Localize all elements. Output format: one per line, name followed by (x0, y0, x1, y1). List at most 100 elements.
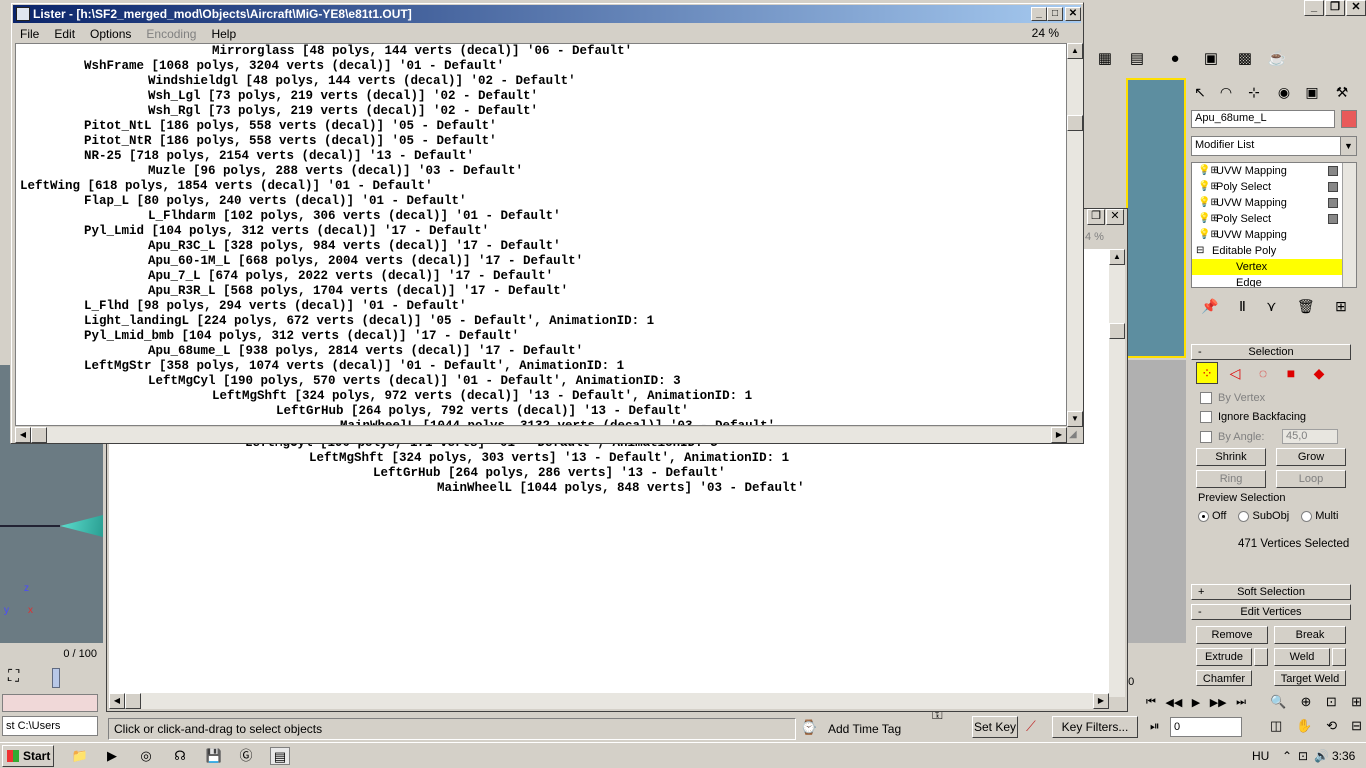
stack-item-uvw-mapping-2[interactable]: 💡⊞ UVW Mapping (1192, 195, 1356, 211)
stack-item-editable-poly[interactable]: ⊟ Editable Poly (1192, 243, 1356, 259)
modify-tab-icon[interactable]: ◠ (1214, 80, 1238, 104)
orbit-icon[interactable]: ⟲ (1326, 718, 1337, 734)
zoom-all-icon[interactable]: ⊕ (1301, 694, 1312, 710)
max-close-button[interactable]: ✕ (1346, 0, 1366, 16)
zoom-extents-all-icon[interactable]: ⊞ (1351, 694, 1362, 710)
scroll-right-icon[interactable]: ▶ (1051, 427, 1067, 443)
app-icon-g[interactable]: Ⓖ (236, 747, 256, 765)
menu-options[interactable]: Options (83, 27, 139, 41)
track-bar-icon[interactable]: ⛶ (8, 668, 19, 686)
remove-button[interactable]: Remove (1196, 626, 1268, 644)
extrude-settings-button[interactable] (1254, 648, 1268, 666)
key-mode-toggle-icon[interactable]: ⏯ (1150, 719, 1160, 734)
chrome-icon[interactable]: ◎ (136, 747, 156, 765)
go-to-end-icon[interactable]: ⏭ (1236, 696, 1246, 709)
scroll-right-icon[interactable]: ▶ (1093, 693, 1109, 709)
key-filters-button[interactable]: Key Filters... (1052, 716, 1138, 738)
stack-toggle-icon[interactable] (1328, 182, 1338, 192)
configure-sets-icon[interactable]: ⊞ (1335, 298, 1347, 315)
stack-item-poly-select-2[interactable]: 💡⊞ Poly Select (1192, 211, 1356, 227)
time-tag-icon[interactable]: ⌚ (800, 719, 817, 736)
tray-up-icon[interactable]: ⌃ (1282, 745, 1292, 767)
secondary-close-button[interactable]: ✕ (1106, 209, 1124, 225)
extrude-button[interactable]: Extrude (1196, 648, 1252, 666)
clock[interactable]: 3:36 (1332, 745, 1355, 767)
lightbulb-icon[interactable]: 💡⊞ (1198, 163, 1219, 179)
language-indicator[interactable]: HU (1252, 745, 1269, 767)
scroll-left-icon[interactable]: ◀ (15, 427, 31, 443)
weld-button[interactable]: Weld (1274, 648, 1330, 666)
field-of-view-icon[interactable]: ◫ (1270, 718, 1282, 734)
stack-item-poly-select[interactable]: 💡⊞ Poly Select (1192, 179, 1356, 195)
scroll-thumb[interactable] (1109, 323, 1125, 339)
by-vertex-checkbox[interactable]: By Vertex (1200, 390, 1265, 406)
viewport-bottom-right[interactable] (1126, 360, 1186, 643)
by-angle-spinner[interactable]: 45,0 (1282, 429, 1338, 444)
ignore-backfacing-checkbox[interactable]: Ignore Backfacing (1200, 409, 1306, 425)
scroll-left-icon[interactable]: ◀ (109, 693, 125, 709)
stack-item-uvw-mapping[interactable]: 💡⊞ UVW Mapping (1192, 163, 1356, 179)
explorer-icon[interactable]: 📁 (70, 747, 90, 765)
display-tab-icon[interactable]: ▣ (1300, 80, 1324, 104)
border-level-icon[interactable]: ◌ (1252, 362, 1274, 384)
max-restore-button[interactable]: ❐ (1325, 0, 1345, 16)
stack-item-edge[interactable]: Edge (1192, 275, 1356, 287)
stack-toggle-icon[interactable] (1328, 166, 1338, 176)
preview-multi-radio[interactable]: Multi (1301, 510, 1338, 522)
zoom-extents-icon[interactable]: ⊡ (1326, 694, 1337, 710)
current-frame-spinner[interactable]: 0 (1170, 717, 1242, 737)
preview-subobj-radio[interactable]: SubObj (1238, 510, 1289, 522)
lightbulb-icon[interactable]: 💡⊞ (1198, 211, 1219, 227)
start-button[interactable]: Start (2, 745, 54, 767)
soft-selection-rollout-header[interactable]: + Soft Selection (1191, 584, 1351, 600)
key-mode-icon[interactable]: ⟋ (1026, 718, 1036, 735)
utilities-tab-icon[interactable]: ⚒ (1330, 80, 1354, 104)
menu-edit[interactable]: Edit (47, 27, 83, 41)
ring-button[interactable]: Ring (1196, 470, 1266, 488)
secondary-vertical-scrollbar[interactable]: ▲ (1109, 249, 1125, 697)
by-angle-checkbox[interactable]: By Angle: (1200, 429, 1264, 445)
shrink-button[interactable]: Shrink (1196, 448, 1266, 466)
secondary-restore-button[interactable]: ❐ (1087, 209, 1105, 225)
loop-button[interactable]: Loop (1276, 470, 1346, 488)
material-editor-icon[interactable]: ● (1162, 46, 1188, 70)
layer-manager-icon[interactable]: ▤ (1124, 46, 1150, 70)
selection-rollout-header[interactable]: - Selection (1191, 344, 1351, 360)
time-slider-counter[interactable]: 0 / 100 (0, 645, 103, 663)
edge-level-icon[interactable]: ◁ (1224, 362, 1246, 384)
menu-encoding[interactable]: Encoding (139, 27, 204, 41)
max-minimize-button[interactable]: _ (1304, 0, 1324, 16)
zoom-icon[interactable]: 🔍 (1270, 694, 1286, 710)
weld-settings-button[interactable] (1332, 648, 1346, 666)
hierarchy-tab-icon[interactable]: ⊹ (1242, 80, 1266, 104)
volume-icon[interactable]: 🔊 (1314, 745, 1329, 767)
scroll-thumb[interactable] (31, 427, 47, 443)
lightbulb-icon[interactable]: 💡⊞ (1198, 227, 1219, 243)
lightbulb-icon[interactable]: 💡⊞ (1198, 179, 1219, 195)
maxscript-listener-output[interactable] (2, 694, 98, 712)
render-teapot-icon[interactable]: ☕ (1264, 46, 1290, 70)
break-button[interactable]: Break (1274, 626, 1346, 644)
play-icon[interactable]: ▶ (1192, 696, 1200, 709)
modifier-stack[interactable]: 💡⊞ UVW Mapping 💡⊞ Poly Select 💡⊞ UVW Mappin… (1191, 162, 1357, 288)
menu-file[interactable]: File (13, 27, 47, 41)
polygon-level-icon[interactable]: ■ (1280, 362, 1302, 384)
scroll-thumb[interactable] (1067, 115, 1083, 131)
horizontal-scrollbar[interactable]: ◀ ▶ (15, 427, 1067, 443)
scroll-thumb[interactable] (125, 693, 141, 709)
chamfer-button[interactable]: Chamfer (1196, 670, 1252, 686)
object-color-swatch[interactable] (1341, 110, 1357, 128)
motion-tab-icon[interactable]: ◉ (1272, 80, 1296, 104)
pan-icon[interactable]: ✋ (1296, 718, 1312, 734)
resize-grip-icon[interactable]: ◢ (1069, 429, 1083, 443)
named-selection-icon[interactable]: ▦ (1092, 46, 1118, 70)
viewport-perspective[interactable] (1126, 78, 1186, 358)
app-icon-headset[interactable]: ☊ (170, 747, 190, 765)
lightbulb-icon[interactable]: 💡⊞ (1198, 195, 1219, 211)
collapse-icon[interactable]: ⊟ (1196, 243, 1204, 259)
network-icon[interactable]: ⊡ (1298, 745, 1308, 767)
lister-titlebar[interactable]: Lister - [h:\SF2_merged_mod\Objects\Airc… (13, 5, 1081, 23)
scroll-up-icon[interactable]: ▲ (1109, 249, 1125, 265)
stack-item-uvw-mapping-3[interactable]: 💡⊞ UVW Mapping (1192, 227, 1356, 243)
maximize-button[interactable]: □ (1047, 7, 1063, 21)
